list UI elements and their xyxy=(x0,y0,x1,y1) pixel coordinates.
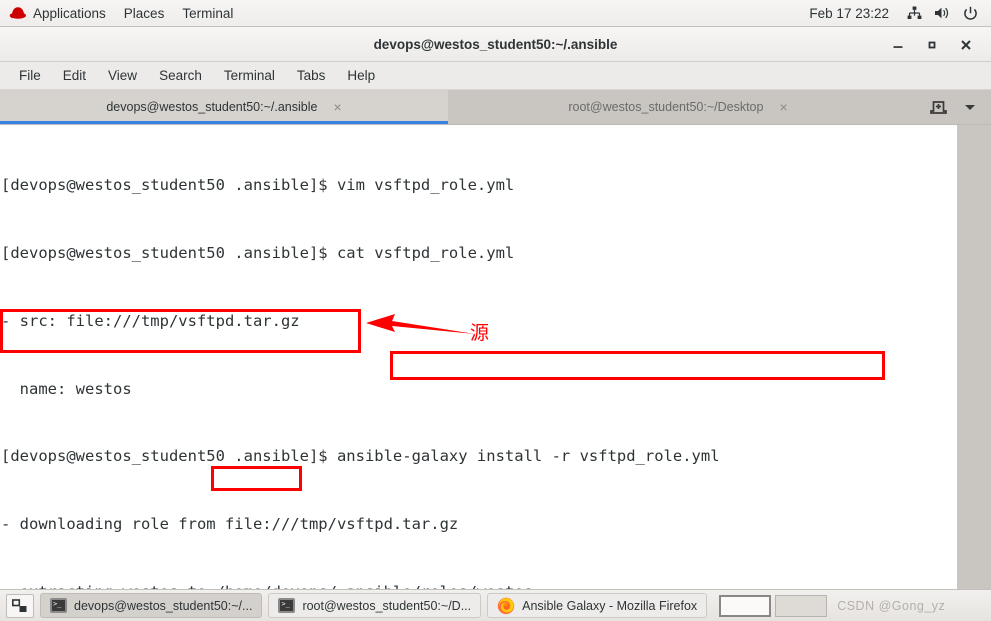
page-title: devops@westos_student50:~/.ansible xyxy=(373,36,618,52)
menubar: File Edit View Search Terminal Tabs Help xyxy=(0,62,991,90)
taskbar-item-root-terminal[interactable]: >_ root@westos_student50:~/D... xyxy=(268,593,482,618)
minimize-button[interactable] xyxy=(889,36,907,54)
tab-close-icon[interactable]: × xyxy=(333,100,341,114)
chevron-down-icon[interactable] xyxy=(957,93,983,121)
gnome-top-panel: Applications Places Terminal Feb 17 23:2… xyxy=(0,0,991,27)
terminal-line: [devops@westos_student50 .ansible]$ cat … xyxy=(1,243,515,262)
applications-menu[interactable]: Applications xyxy=(0,0,115,27)
terminal-line: - src: file:///tmp/vsftpd.tar.gz xyxy=(1,311,300,330)
tab-bar-actions xyxy=(917,90,991,124)
window-titlebar[interactable]: devops@westos_student50:~/.ansible xyxy=(0,27,991,62)
maximize-button[interactable] xyxy=(923,36,941,54)
taskbar-item-label: Ansible Galaxy - Mozilla Firefox xyxy=(522,598,698,613)
taskbar-item-firefox[interactable]: Ansible Galaxy - Mozilla Firefox xyxy=(487,593,708,618)
tab-label: devops@westos_student50:~/.ansible xyxy=(106,100,318,114)
tab-label: root@westos_student50:~/Desktop xyxy=(568,100,764,114)
network-icon[interactable] xyxy=(901,0,927,27)
menu-file[interactable]: File xyxy=(8,62,52,90)
volume-icon[interactable] xyxy=(929,0,955,27)
tab-close-icon[interactable]: × xyxy=(779,100,787,114)
menu-terminal[interactable]: Terminal xyxy=(213,62,286,90)
terminal-app-menu-label: Terminal xyxy=(182,5,234,21)
tab-root-desktop[interactable]: root@westos_student50:~/Desktop × xyxy=(448,90,908,124)
terminal-line: [devops@westos_student50 .ansible]$ vim … xyxy=(1,176,515,195)
menu-edit[interactable]: Edit xyxy=(52,62,97,90)
redhat-logo-icon xyxy=(9,6,27,20)
tab-devops-ansible[interactable]: devops@westos_student50:~/.ansible × xyxy=(0,90,448,124)
clock[interactable]: Feb 17 23:22 xyxy=(799,6,899,21)
terminal-app-menu[interactable]: Terminal xyxy=(173,0,242,27)
annotation-arrow-icon xyxy=(366,314,475,334)
window-controls xyxy=(889,27,985,62)
taskbar-item-label: devops@westos_student50:~/... xyxy=(74,598,253,613)
terminal-line: name: westos xyxy=(1,379,132,398)
new-tab-icon[interactable] xyxy=(925,93,951,121)
menu-tabs[interactable]: Tabs xyxy=(286,62,337,90)
terminal-icon: >_ xyxy=(278,598,296,613)
power-icon[interactable] xyxy=(957,0,983,27)
places-menu-label: Places xyxy=(123,5,165,21)
terminal-line: - extracting westos to /home/devops/.ans… xyxy=(1,581,720,589)
terminal-output-area[interactable]: [devops@westos_student50 .ansible]$ vim … xyxy=(0,125,991,589)
terminal-icon: >_ xyxy=(50,598,67,613)
taskbar-item-devops-terminal[interactable]: >_ devops@westos_student50:~/... xyxy=(40,593,263,618)
applications-menu-label: Applications xyxy=(33,5,106,21)
panel-status-area: Feb 17 23:22 xyxy=(799,0,991,27)
menu-search[interactable]: Search xyxy=(148,62,213,90)
terminal-scrollbar[interactable] xyxy=(957,125,991,589)
watermark-text: CSDN @Gong_yz xyxy=(837,598,946,613)
firefox-icon xyxy=(497,597,515,615)
tab-bar: devops@westos_student50:~/.ansible × roo… xyxy=(0,90,991,125)
bottom-taskbar: >_ devops@westos_student50:~/... >_ root… xyxy=(0,589,991,621)
terminal-line: [devops@westos_student50 .ansible]$ ansi… xyxy=(1,447,720,466)
workspace-2[interactable] xyxy=(775,594,828,617)
places-menu[interactable]: Places xyxy=(115,0,174,27)
terminal-window: devops@westos_student50:~/.ansible File … xyxy=(0,27,991,589)
workspace-1[interactable] xyxy=(719,594,772,617)
terminal-text: [devops@westos_student50 .ansible]$ vim … xyxy=(0,129,720,589)
close-icon[interactable] xyxy=(957,36,975,54)
annotation-label-source: 源 xyxy=(470,322,490,344)
workspace-switcher xyxy=(719,594,828,617)
menu-help[interactable]: Help xyxy=(336,62,386,90)
show-desktop-icon[interactable] xyxy=(6,593,34,618)
taskbar-item-label: root@westos_student50:~/D... xyxy=(302,598,472,613)
terminal-line: - downloading role from file:///tmp/vsft… xyxy=(1,515,459,534)
menu-view[interactable]: View xyxy=(97,62,148,90)
